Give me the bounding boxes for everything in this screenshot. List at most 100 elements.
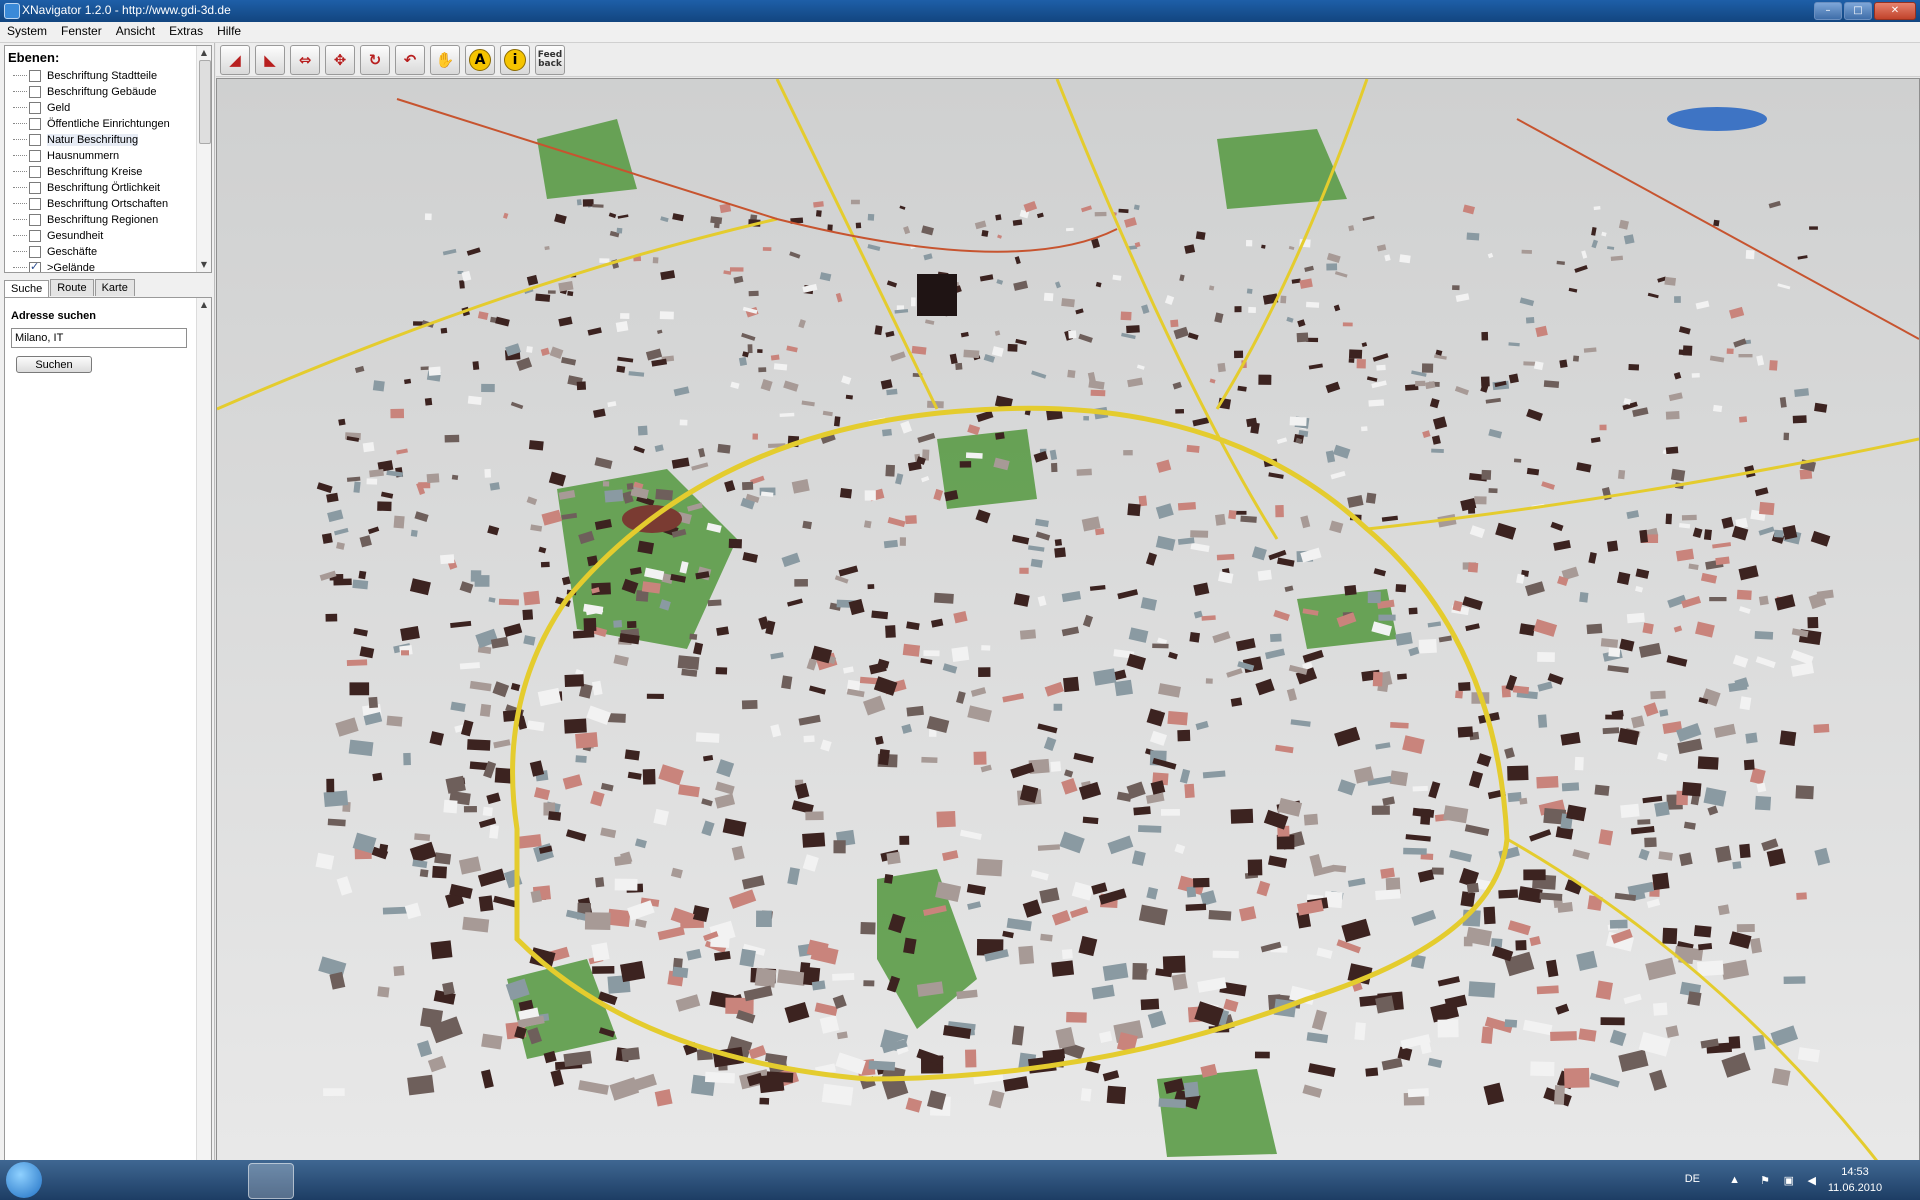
tilt-down-icon[interactable]: ◣ <box>255 44 285 75</box>
info-icon[interactable]: i <box>500 44 530 75</box>
network-icon[interactable]: ▣ <box>1784 1174 1794 1187</box>
building-block <box>1257 569 1272 581</box>
menu-ansicht[interactable]: Ansicht <box>109 22 162 42</box>
layer-checkbox[interactable] <box>29 150 41 162</box>
building-block <box>1579 592 1589 603</box>
tray-expand-icon[interactable]: ▲ <box>1729 1174 1740 1186</box>
layer-checkbox[interactable] <box>29 230 41 242</box>
menu-extras[interactable]: Extras <box>162 22 210 42</box>
layer-checkbox[interactable] <box>29 260 41 272</box>
building-block <box>885 625 896 638</box>
label-icon[interactable]: A <box>465 44 495 75</box>
building-block <box>833 840 846 854</box>
layer-item[interactable]: Beschriftung Kreise <box>13 164 170 180</box>
building-block <box>1754 631 1774 640</box>
layer-item[interactable]: >Gelände <box>13 260 170 272</box>
building-block <box>1665 410 1680 420</box>
building-block <box>564 674 584 687</box>
start-button[interactable] <box>6 1162 42 1198</box>
building-block <box>715 667 728 675</box>
scroll-thumb[interactable] <box>199 60 211 144</box>
building-block <box>1106 1085 1127 1105</box>
rotate-icon[interactable]: ↻ <box>360 44 390 75</box>
layer-item[interactable]: Geschäfte <box>13 244 170 260</box>
pan-all-icon[interactable]: ✥ <box>325 44 355 75</box>
hand-icon[interactable]: ✋ <box>430 44 460 75</box>
building-block <box>951 646 970 662</box>
terrain <box>217 79 1919 1161</box>
scroll-up-icon[interactable]: ▲ <box>199 48 209 58</box>
layer-checkbox[interactable] <box>29 86 41 98</box>
map-view[interactable] <box>216 78 1920 1162</box>
layer-item[interactable]: Gesundheit <box>13 228 170 244</box>
layer-item[interactable]: Beschriftung Regionen <box>13 212 170 228</box>
building-block <box>1515 940 1527 951</box>
close-icon[interactable]: ✕ <box>1874 2 1916 20</box>
building-block <box>1782 525 1798 540</box>
layer-item[interactable]: Beschriftung Stadtteile <box>13 68 170 84</box>
layer-checkbox[interactable] <box>29 182 41 194</box>
maximize-icon[interactable]: □ <box>1844 2 1872 20</box>
search-scrollbar[interactable]: ▲ ▼ <box>196 298 211 1198</box>
scroll-up-icon[interactable]: ▲ <box>199 300 209 310</box>
clock-date[interactable]: 11.06.2010 <box>1820 1182 1890 1194</box>
layer-checkbox[interactable] <box>29 102 41 114</box>
tab-suche[interactable]: Suche <box>4 280 50 297</box>
building-block <box>845 394 853 400</box>
building-block <box>1553 1085 1565 1105</box>
building-block <box>528 440 544 451</box>
tab-route[interactable]: Route <box>50 279 94 296</box>
feedback-button[interactable]: Feed back <box>535 44 565 75</box>
building-block <box>1593 205 1601 211</box>
java-app-icon[interactable] <box>248 1163 294 1199</box>
layer-item[interactable]: Beschriftung Ortschaften <box>13 196 170 212</box>
layer-checkbox[interactable] <box>29 118 41 130</box>
layers-scrollbar[interactable]: ▲ ▼ <box>196 46 211 272</box>
menu-system[interactable]: System <box>0 22 54 42</box>
building-block <box>1519 797 1528 805</box>
folder-icon[interactable] <box>128 1163 172 1197</box>
layer-checkbox[interactable] <box>29 134 41 146</box>
layer-item[interactable]: Beschriftung Örtlichkeit <box>13 180 170 196</box>
menu-hilfe[interactable]: Hilfe <box>210 22 248 42</box>
layer-checkbox[interactable] <box>29 198 41 210</box>
flag-icon[interactable]: ⚑ <box>1760 1174 1770 1187</box>
pan-horizontal-icon[interactable]: ⇔ <box>290 44 320 75</box>
building-block <box>1481 1026 1494 1044</box>
address-input[interactable] <box>11 328 187 348</box>
building-block <box>899 537 906 546</box>
layer-item[interactable]: Öffentliche Einrichtungen <box>13 116 170 132</box>
menu-fenster[interactable]: Fenster <box>54 22 109 42</box>
clock-time[interactable]: 14:53 <box>1820 1166 1890 1178</box>
minimize-icon[interactable]: – <box>1814 2 1842 20</box>
layer-item[interactable]: Natur Beschriftung <box>13 132 170 148</box>
layer-checkbox[interactable] <box>29 214 41 226</box>
layer-item[interactable]: Hausnummern <box>13 148 170 164</box>
media-player-icon[interactable] <box>188 1163 232 1197</box>
building-block <box>695 732 720 743</box>
building-block <box>1051 462 1058 473</box>
return-icon[interactable]: ↶ <box>395 44 425 75</box>
language-indicator[interactable]: DE <box>1685 1173 1700 1185</box>
volume-icon[interactable]: ◀ <box>1808 1174 1816 1187</box>
building-block <box>1186 444 1200 453</box>
building-block <box>595 877 605 888</box>
layers-heading: Ebenen: <box>8 50 60 65</box>
building-block <box>642 769 656 785</box>
building-block <box>1559 359 1568 369</box>
building-block <box>978 667 991 677</box>
tilt-up-icon[interactable]: ◢ <box>220 44 250 75</box>
building-block <box>1507 765 1529 781</box>
layer-item[interactable]: Geld <box>13 100 170 116</box>
layer-checkbox[interactable] <box>29 246 41 258</box>
city-3d-map[interactable] <box>217 79 1919 1161</box>
ie-icon[interactable] <box>64 1163 108 1197</box>
tab-karte[interactable]: Karte <box>94 279 135 296</box>
scroll-down-icon[interactable]: ▼ <box>199 260 209 270</box>
search-button[interactable]: Suchen <box>16 356 92 373</box>
layer-item[interactable]: Beschriftung Gebäude <box>13 84 170 100</box>
layer-checkbox[interactable] <box>29 166 41 178</box>
building-block <box>1455 690 1463 699</box>
building-block <box>1158 1098 1187 1109</box>
layer-checkbox[interactable] <box>29 70 41 82</box>
